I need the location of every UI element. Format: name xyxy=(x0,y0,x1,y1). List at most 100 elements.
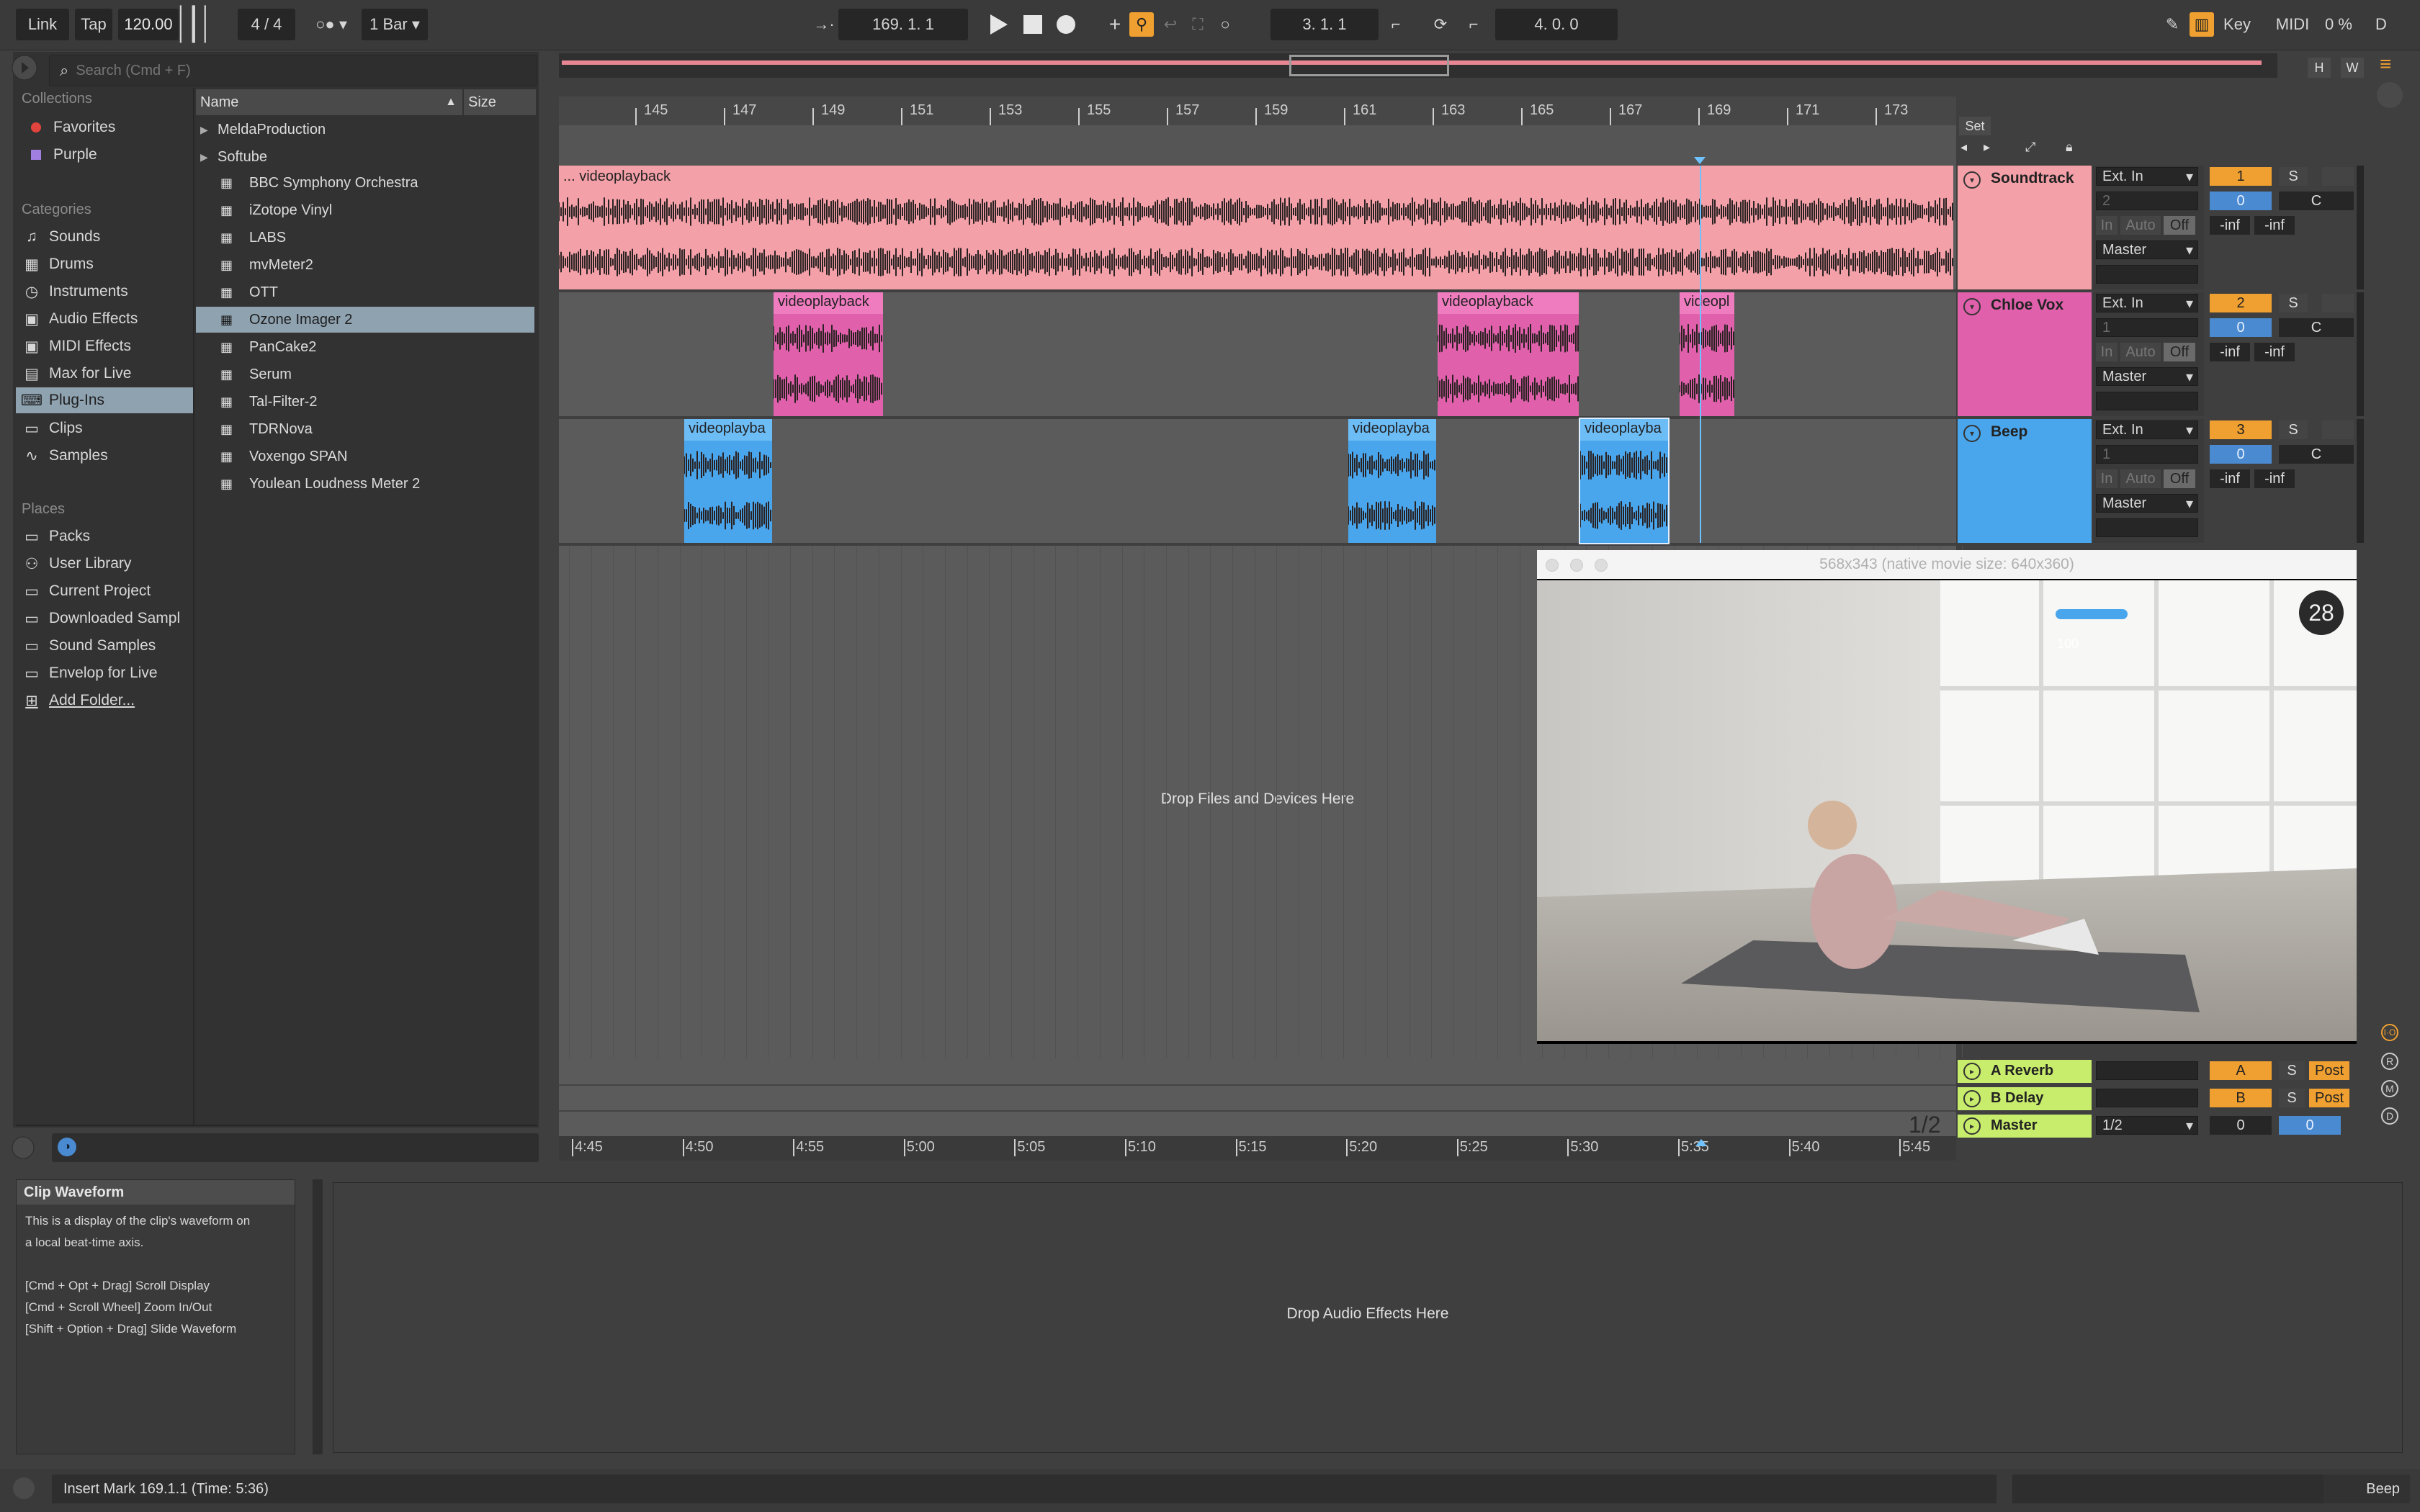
monitor-in-button[interactable]: In xyxy=(2096,469,2118,488)
track-header[interactable]: ▾ Soundtrack xyxy=(1958,166,2092,289)
sidebar-item-envelop[interactable]: ▭ Envelop for Live xyxy=(22,661,158,685)
return-track-header[interactable]: ▸ B Delay xyxy=(1958,1087,2092,1110)
sidebar-item-user-library[interactable]: ⚇ User Library xyxy=(22,552,132,576)
device-view[interactable]: Drop Audio Effects Here xyxy=(333,1182,2403,1453)
input-channel-select[interactable]: 1 xyxy=(2096,445,2198,464)
record-icon[interactable] xyxy=(1053,9,1079,40)
return-activator-button[interactable]: B xyxy=(2210,1089,2272,1107)
sidebar-item-drums[interactable]: ▦ Drums xyxy=(22,252,94,276)
sidebar-item-midi-effects[interactable]: ▣ MIDI Effects xyxy=(22,334,131,359)
browser-toggle-icon[interactable] xyxy=(10,53,39,82)
link-button[interactable]: Link xyxy=(16,9,69,40)
mixer-toggle-icon[interactable] xyxy=(2377,82,2403,108)
collection-favorites[interactable]: Favorites xyxy=(26,115,115,140)
collection-purple[interactable]: Purple xyxy=(26,143,97,167)
post-button[interactable]: Post xyxy=(2309,1089,2349,1107)
time-signature-field[interactable]: 4 / 4 xyxy=(238,9,295,40)
d-toggle-icon[interactable]: D xyxy=(2381,1107,2398,1125)
play-icon[interactable] xyxy=(985,9,1011,40)
master-output-select[interactable]: 1/2 ▾ xyxy=(2096,1116,2198,1135)
track-fold-icon[interactable]: ▸ xyxy=(1963,1117,1981,1135)
nudge-icon[interactable]: ▏▎▏ ▏▎▏ xyxy=(180,6,230,42)
solo-button[interactable]: S xyxy=(2279,420,2308,439)
input-channel-select[interactable]: 2 xyxy=(2096,192,2198,210)
monitor-auto-button[interactable]: Auto xyxy=(2120,343,2161,361)
expand-icon[interactable]: ⤢ xyxy=(2025,140,2035,155)
audio-clip-beep-2[interactable]: videoplayba xyxy=(1348,419,1436,543)
audio-clip-soundtrack[interactable]: ... videoplayback xyxy=(559,166,1953,289)
peak-level-right[interactable]: -inf xyxy=(2254,216,2295,235)
h-button[interactable]: H xyxy=(2308,58,2331,78)
monitor-off-button[interactable]: Off xyxy=(2164,469,2195,488)
video-titlebar[interactable]: 568x343 (native movie size: 640x360) xyxy=(1537,550,2357,579)
preview-bar[interactable]: ◑ xyxy=(52,1133,539,1162)
locator-lane[interactable] xyxy=(559,125,1956,166)
sidebar-item-packs[interactable]: ▭ Packs xyxy=(22,524,90,549)
peak-level-left[interactable]: -inf xyxy=(2210,216,2250,235)
audio-clip-vox-2[interactable]: videoplayback xyxy=(1438,292,1579,416)
pan-field[interactable]: C xyxy=(2279,318,2354,337)
plugin-row[interactable]: ▦ PanCake2 xyxy=(196,334,534,360)
track-lane-chloe-vox[interactable] xyxy=(559,292,1956,416)
track-activator-button[interactable]: 1 xyxy=(2210,167,2272,186)
folder-row[interactable]: ▶ MeldaProduction xyxy=(196,117,534,143)
sidebar-item-sound-samples[interactable]: ▭ Sound Samples xyxy=(22,634,156,658)
sidebar-item-downloaded-samples[interactable]: ▭ Downloaded Sampl xyxy=(22,606,192,631)
input-type-select[interactable]: Ext. In ▾ xyxy=(2096,420,2198,439)
input-type-select[interactable]: Ext. In ▾ xyxy=(2096,294,2198,312)
track-fold-icon[interactable]: ▾ xyxy=(1963,425,1981,442)
track-activator-button[interactable]: 3 xyxy=(2210,420,2272,439)
solo-button[interactable]: S xyxy=(2279,167,2308,186)
plugin-row[interactable]: ▦ Voxengo SPAN xyxy=(196,444,534,469)
output-select[interactable]: Master ▾ xyxy=(2096,494,2198,513)
r-toggle-icon[interactable]: R xyxy=(2381,1053,2398,1070)
sidebar-item-sounds[interactable]: ♫ Sounds xyxy=(22,225,100,249)
monitor-in-button[interactable]: In xyxy=(2096,216,2118,235)
monitor-auto-button[interactable]: Auto xyxy=(2120,216,2161,235)
return-solo-button[interactable]: S xyxy=(2279,1061,2305,1080)
solo-button[interactable]: S xyxy=(2279,294,2308,312)
arm-button-icon[interactable] xyxy=(2322,420,2354,439)
return-track-header[interactable]: ▸ A Reverb xyxy=(1958,1060,2092,1083)
volume-field[interactable]: 0 xyxy=(2210,445,2272,464)
monitor-auto-button[interactable]: Auto xyxy=(2120,469,2161,488)
volume-field[interactable]: 0 xyxy=(2210,192,2272,210)
sidebar-item-instruments[interactable]: ◷ Instruments xyxy=(22,279,128,304)
overview-viewport[interactable] xyxy=(1289,55,1449,76)
prev-locator-icon[interactable]: ◂ xyxy=(1960,140,1967,155)
post-button[interactable]: Post xyxy=(2309,1061,2349,1080)
peak-level-right[interactable]: -inf xyxy=(2254,343,2295,361)
track-name[interactable]: Beep xyxy=(1991,423,2027,441)
sidebar-item-plug-ins[interactable]: ⌨ Plug-Ins xyxy=(16,387,193,413)
add-folder-link[interactable]: ⊞ Add Folder... xyxy=(22,688,135,713)
sidebar-item-samples[interactable]: ∿ Samples xyxy=(22,444,108,468)
arm-button-icon[interactable] xyxy=(2322,167,2354,186)
computer-keyboard-icon[interactable]: ▥ xyxy=(2190,12,2214,37)
output-channel-select[interactable] xyxy=(2096,518,2198,537)
plugin-row[interactable]: ▦ BBC Symphony Orchestra xyxy=(196,170,534,196)
device-splitter[interactable] xyxy=(313,1179,323,1454)
track-header[interactable]: ▾ Chloe Vox xyxy=(1958,292,2092,416)
output-select[interactable]: Master ▾ xyxy=(2096,240,2198,259)
pan-field[interactable]: C xyxy=(2279,192,2354,210)
peak-level-left[interactable]: -inf xyxy=(2210,469,2250,488)
key-map-button[interactable]: Key xyxy=(2218,9,2256,40)
plugin-row[interactable]: ▦ TDRNova xyxy=(196,416,534,442)
return-track-header[interactable]: ▸ Master xyxy=(1958,1115,2092,1138)
loop-length-field[interactable]: 4. 0. 0 xyxy=(1495,9,1618,40)
track-activator-button[interactable]: 2 xyxy=(2210,294,2272,312)
song-position-field[interactable]: 169. 1. 1 xyxy=(838,9,968,40)
arm-button-icon[interactable] xyxy=(2322,294,2354,312)
reenable-automation-icon[interactable]: ↩ xyxy=(1158,9,1183,40)
follow-icon[interactable]: →· xyxy=(810,9,838,40)
return-output-select[interactable] xyxy=(2096,1061,2198,1080)
return-output-select[interactable] xyxy=(2096,1089,2198,1107)
sidebar-item-current-project[interactable]: ▭ Current Project xyxy=(22,579,151,603)
overdub-icon[interactable]: + xyxy=(1103,9,1126,40)
session-record-icon[interactable]: ○ xyxy=(1213,9,1237,40)
metronome-icon[interactable]: ○● ▾ xyxy=(302,9,360,40)
return-solo-button[interactable]: S xyxy=(2279,1089,2305,1107)
audio-clip-vox-3[interactable]: videopl xyxy=(1680,292,1734,416)
set-locator-button[interactable]: Set xyxy=(1959,117,1991,135)
plugin-row[interactable]: ▦ mvMeter2 xyxy=(196,252,534,278)
